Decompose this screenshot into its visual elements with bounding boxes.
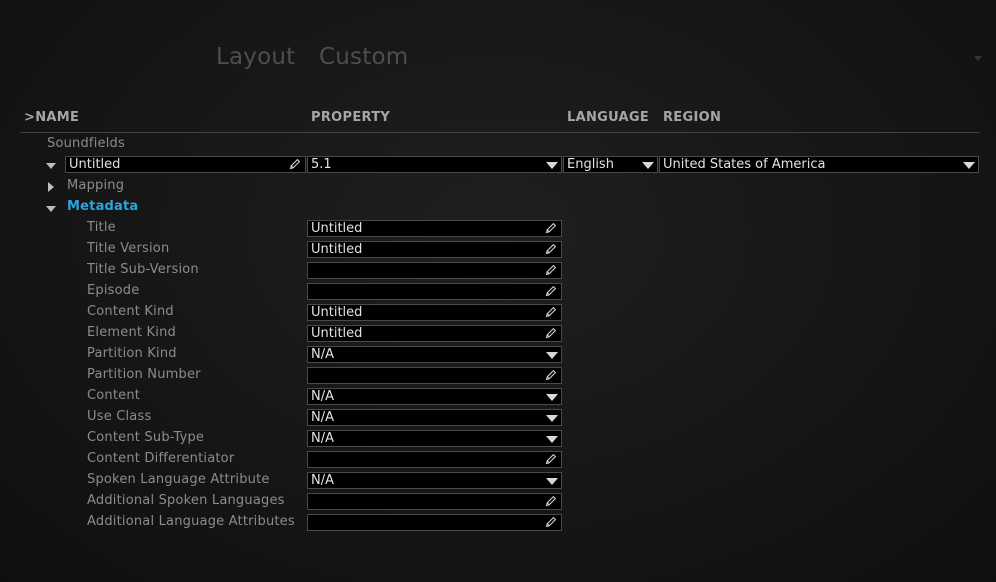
metadata-label-additional-spoken-languages: Additional Spoken Languages: [87, 493, 285, 508]
metadata-label-partition-number: Partition Number: [87, 367, 201, 382]
metadata-value-content: N/A: [311, 389, 334, 404]
metadata-field-title-version[interactable]: Untitled: [307, 241, 562, 258]
pencil-icon[interactable]: [545, 495, 557, 507]
tab-layout[interactable]: Layout: [216, 44, 295, 70]
metadata-field-content-differentiator[interactable]: [307, 451, 562, 468]
chevron-down-icon[interactable]: [974, 56, 982, 61]
metadata-label-title-version: Title Version: [87, 241, 170, 256]
metadata-label-title: Title: [87, 220, 116, 235]
metadata-field-title-sub-version[interactable]: [307, 262, 562, 279]
soundfield-property-value: 5.1: [311, 157, 332, 172]
soundfield-language-value: English: [567, 157, 614, 172]
soundfield-property-select[interactable]: 5.1: [307, 156, 562, 173]
metadata-field-spoken-language-attribute[interactable]: N/A: [307, 472, 562, 489]
collapsed-triangle-icon[interactable]: [48, 182, 54, 192]
dropdown-arrow-icon[interactable]: [963, 162, 975, 169]
dropdown-arrow-icon[interactable]: [546, 478, 558, 485]
header-divider: [20, 132, 980, 133]
pencil-icon[interactable]: [545, 285, 557, 297]
soundfield-name-field[interactable]: Untitled: [65, 156, 306, 173]
metadata-field-content-kind[interactable]: Untitled: [307, 304, 562, 321]
metadata-value-partition-kind: N/A: [311, 347, 334, 362]
tab-custom[interactable]: Custom: [319, 44, 408, 70]
dropdown-arrow-icon[interactable]: [546, 436, 558, 443]
metadata-label-additional-language-attributes: Additional Language Attributes: [87, 514, 295, 529]
column-header-name[interactable]: >NAME: [24, 110, 79, 125]
metadata-field-content-sub-type[interactable]: N/A: [307, 430, 562, 447]
metadata-label-partition-kind: Partition Kind: [87, 346, 177, 361]
pencil-icon[interactable]: [545, 306, 557, 318]
metadata-label-episode: Episode: [87, 283, 140, 298]
pencil-icon[interactable]: [545, 243, 557, 255]
metadata-field-partition-number[interactable]: [307, 367, 562, 384]
dropdown-arrow-icon[interactable]: [546, 162, 558, 169]
metadata-value-title: Untitled: [311, 221, 363, 236]
section-metadata[interactable]: Metadata: [67, 199, 138, 214]
group-label-soundfields: Soundfields: [47, 136, 125, 151]
metadata-label-title-sub-version: Title Sub-Version: [87, 262, 199, 277]
column-header-property[interactable]: PROPERTY: [311, 110, 390, 125]
pencil-icon[interactable]: [545, 453, 557, 465]
dropdown-arrow-icon[interactable]: [546, 394, 558, 401]
expanded-triangle-icon[interactable]: [46, 206, 56, 212]
metadata-value-content-sub-type: N/A: [311, 431, 334, 446]
pencil-icon[interactable]: [289, 158, 301, 170]
column-header-region[interactable]: REGION: [663, 110, 721, 125]
pencil-icon[interactable]: [545, 327, 557, 339]
pencil-icon[interactable]: [545, 369, 557, 381]
metadata-field-content[interactable]: N/A: [307, 388, 562, 405]
dropdown-arrow-icon[interactable]: [546, 415, 558, 422]
soundfield-name-value: Untitled: [69, 157, 121, 172]
metadata-label-content-differentiator: Content Differentiator: [87, 451, 235, 466]
soundfield-language-select[interactable]: English: [563, 156, 658, 173]
metadata-field-episode[interactable]: [307, 283, 562, 300]
metadata-label-element-kind: Element Kind: [87, 325, 176, 340]
section-mapping[interactable]: Mapping: [67, 178, 124, 193]
pencil-icon[interactable]: [545, 222, 557, 234]
expanded-triangle-icon[interactable]: [46, 163, 56, 169]
column-header-language[interactable]: LANGUAGE: [567, 110, 649, 125]
metadata-value-spoken-language-attribute: N/A: [311, 473, 334, 488]
metadata-value-element-kind: Untitled: [311, 326, 363, 341]
metadata-label-content-sub-type: Content Sub-Type: [87, 430, 205, 445]
metadata-label-content: Content: [87, 388, 141, 403]
metadata-field-partition-kind[interactable]: N/A: [307, 346, 562, 363]
metadata-field-element-kind[interactable]: Untitled: [307, 325, 562, 342]
metadata-label-content-kind: Content Kind: [87, 304, 174, 319]
metadata-value-use-class: N/A: [311, 410, 334, 425]
metadata-label-spoken-language-attribute: Spoken Language Attribute: [87, 472, 270, 487]
dropdown-arrow-icon[interactable]: [546, 352, 558, 359]
pencil-icon[interactable]: [545, 264, 557, 276]
metadata-field-additional-spoken-languages[interactable]: [307, 493, 562, 510]
soundfield-region-select[interactable]: United States of America: [659, 156, 979, 173]
metadata-value-content-kind: Untitled: [311, 305, 363, 320]
metadata-field-title[interactable]: Untitled: [307, 220, 562, 237]
metadata-value-title-version: Untitled: [311, 242, 363, 257]
metadata-label-use-class: Use Class: [87, 409, 152, 424]
soundfield-region-value: United States of America: [663, 157, 826, 172]
metadata-field-use-class[interactable]: N/A: [307, 409, 562, 426]
pencil-icon[interactable]: [545, 516, 557, 528]
metadata-field-additional-language-attributes[interactable]: [307, 514, 562, 531]
dropdown-arrow-icon[interactable]: [642, 162, 654, 169]
